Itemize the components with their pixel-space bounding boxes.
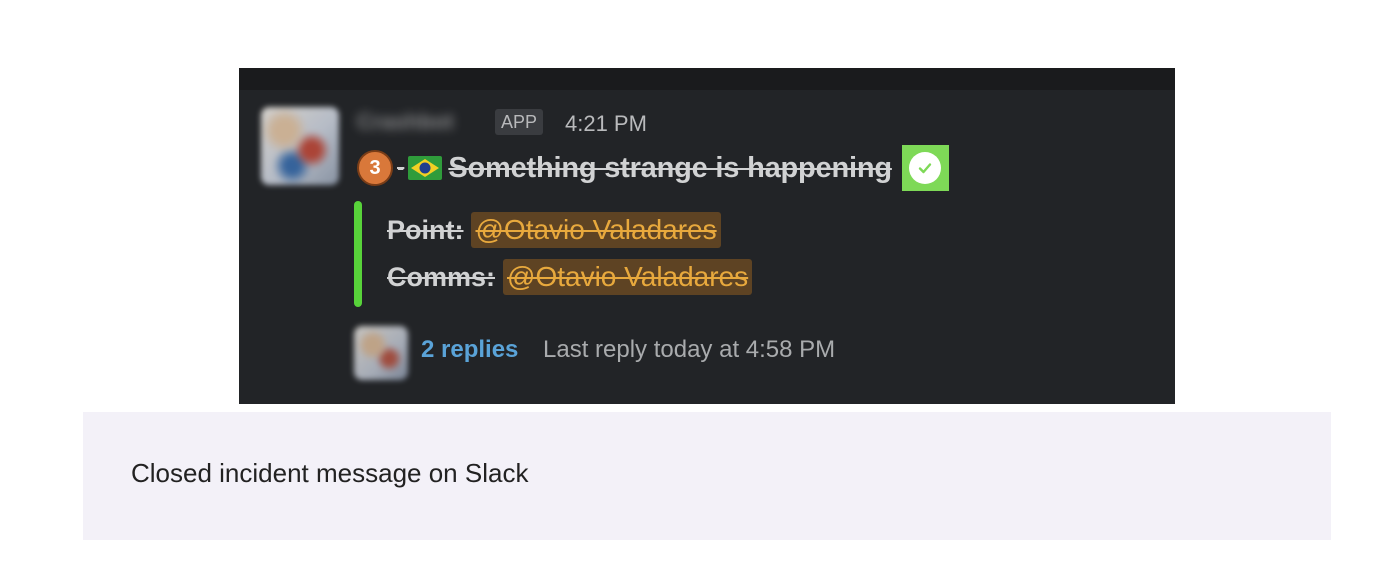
incident-title-row: 3 - Something strange is happening: [357, 145, 949, 191]
sender-avatar[interactable]: [261, 107, 339, 185]
caption-box: Closed incident message on Slack: [83, 412, 1331, 540]
reply-avatar[interactable]: [354, 326, 408, 380]
title-separator: -: [397, 155, 405, 180]
top-bar: [239, 68, 1175, 90]
comms-user-mention[interactable]: @Otavio Valadares: [503, 259, 753, 295]
app-badge: APP: [495, 109, 544, 135]
attachment-color-bar: [354, 201, 362, 307]
point-field: Point: @Otavio Valadares: [387, 210, 721, 250]
comms-label: Comms:: [387, 261, 496, 292]
caption-text: Closed incident message on Slack: [131, 458, 529, 488]
message-timestamp[interactable]: 4:21 PM: [565, 111, 647, 137]
brazil-flag-icon: [408, 156, 443, 180]
slack-message-screenshot: Crashbot APP 4:21 PM 3 - Something stran…: [239, 68, 1175, 404]
check-mark-icon: [901, 145, 949, 191]
sender-name[interactable]: Crashbot: [357, 108, 454, 136]
incident-title: Something strange is happening: [448, 151, 892, 184]
point-user-mention[interactable]: @Otavio Valadares: [471, 212, 721, 248]
incident-count-badge: 3: [357, 150, 393, 186]
point-label: Point:: [387, 214, 464, 245]
comms-field: Comms: @Otavio Valadares: [387, 257, 753, 297]
thread-replies-link[interactable]: 2 replies: [421, 336, 518, 364]
last-reply-text: Last reply today at 4:58 PM: [543, 336, 836, 363]
